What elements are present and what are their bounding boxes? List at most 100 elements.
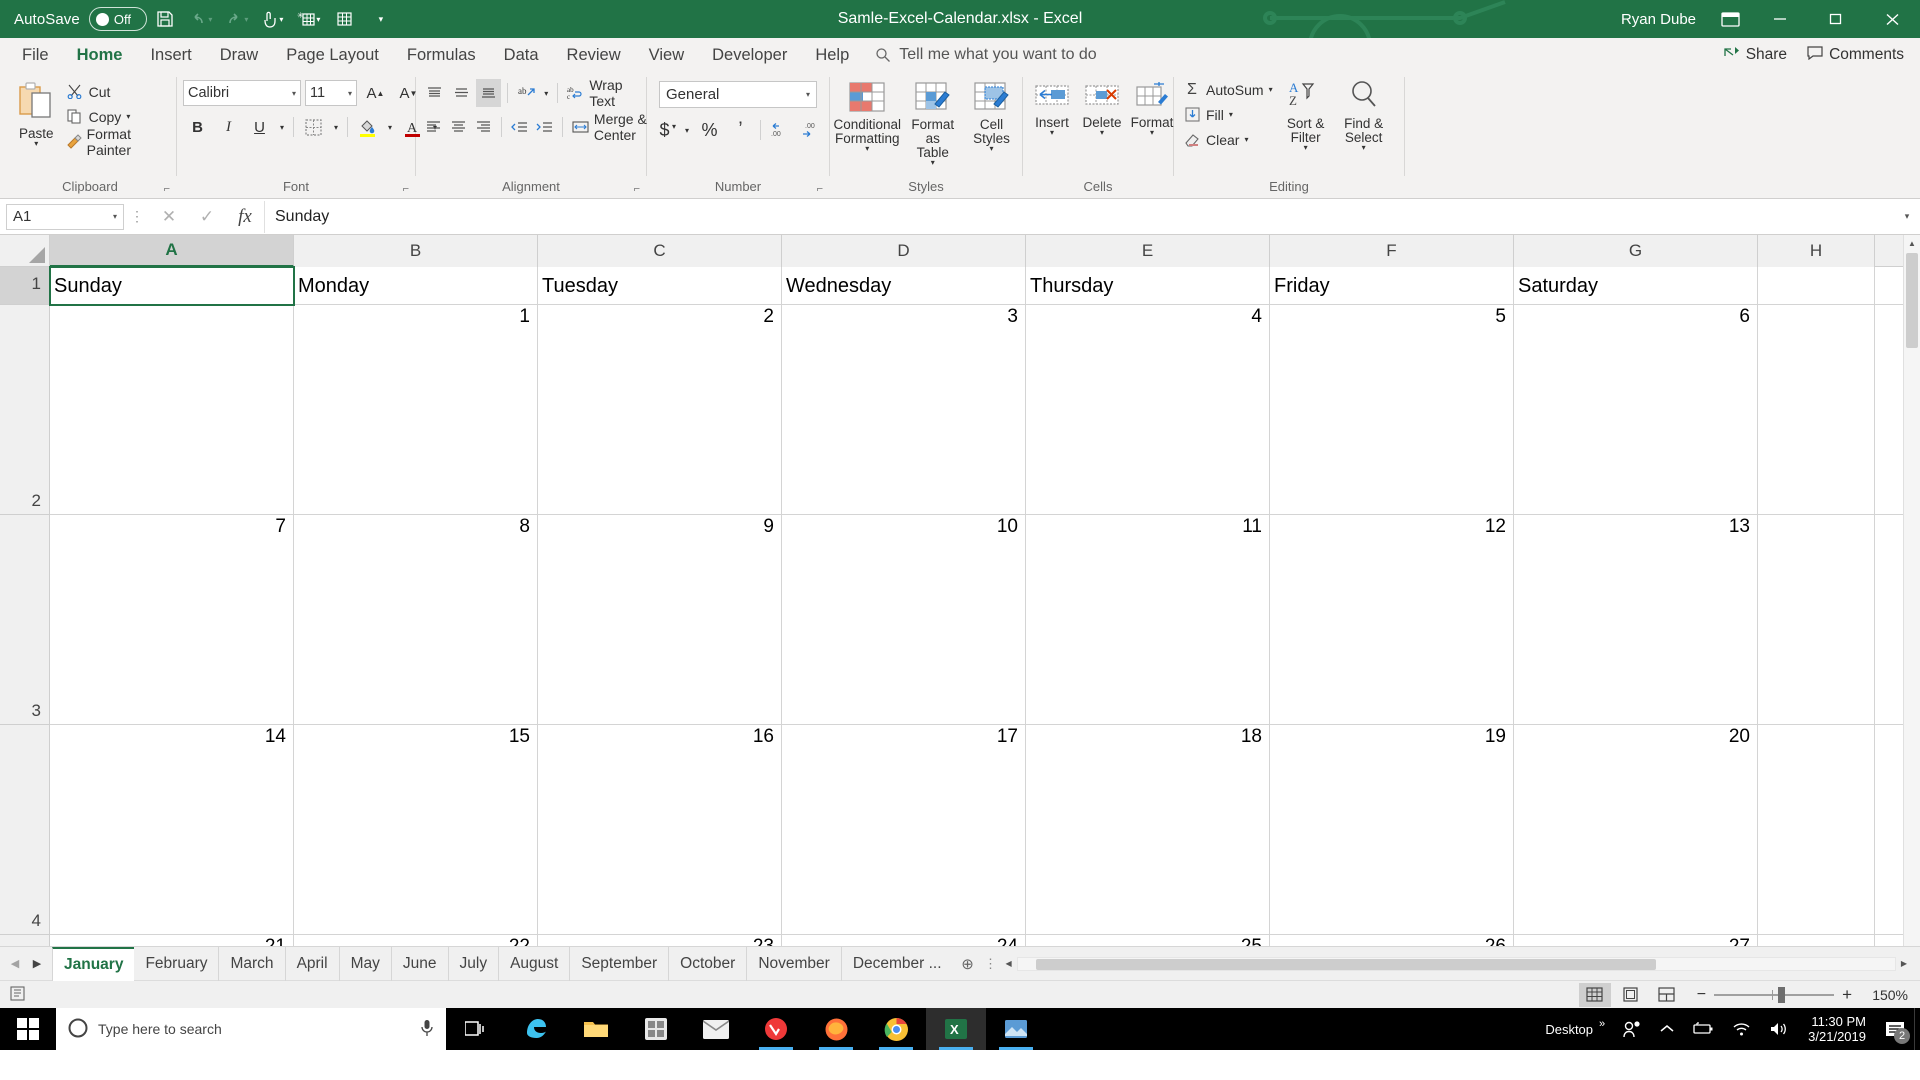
cell-c2[interactable]: 2 (538, 305, 782, 515)
zoom-level-label[interactable]: 150% (1856, 987, 1908, 1003)
table-dropdown-caret[interactable]: ▾ (931, 159, 935, 167)
number-format-select[interactable]: General ▾ (659, 81, 817, 108)
cell-e4[interactable]: 18 (1026, 725, 1270, 935)
autosum-dropdown-caret[interactable]: ▾ (1269, 85, 1273, 93)
name-box[interactable]: A1 ▾ (6, 203, 124, 230)
excel-icon[interactable]: X (926, 1008, 986, 1050)
cell-a4[interactable]: 14 (50, 725, 294, 935)
paste-dropdown-caret[interactable]: ▾ (34, 140, 38, 148)
alignment-dialog-launcher[interactable]: ⌐ (634, 181, 640, 197)
row-header-5[interactable]: 5 (0, 935, 49, 946)
sheet-tab-march[interactable]: March (219, 946, 286, 981)
edge-icon[interactable] (506, 1008, 566, 1050)
conditional-formatting-button[interactable]: Conditional Formatting ▾ (833, 79, 901, 155)
zoom-slider[interactable]: − + (1697, 985, 1852, 1005)
horizontal-scroll-thumb[interactable] (1035, 958, 1656, 970)
sheet-tab-november[interactable]: November (747, 946, 842, 981)
font-name-input[interactable]: Calibri ▾ (183, 80, 301, 106)
zoom-track[interactable] (1714, 986, 1835, 1003)
cut-button[interactable]: Cut (63, 79, 170, 104)
clear-dropdown-caret[interactable]: ▾ (1244, 135, 1248, 143)
fill-color-dropdown-caret[interactable]: ▾ (384, 113, 396, 141)
row-header-3[interactable]: 3 (0, 515, 49, 725)
sort-filter-button[interactable]: AZ Sort & Filter ▾ (1278, 77, 1334, 154)
cell-b3[interactable]: 8 (294, 515, 538, 725)
previous-sheet-arrow[interactable]: ◀ (4, 951, 26, 977)
tab-developer[interactable]: Developer (698, 39, 801, 71)
cell-c5[interactable]: 23 (538, 935, 782, 946)
ribbon-display-options-icon[interactable] (1708, 0, 1752, 38)
borders-button[interactable] (299, 113, 328, 141)
fill-button[interactable]: Fill ▾ (1180, 102, 1276, 127)
tab-insert[interactable]: Insert (136, 39, 205, 71)
sheet-tab-october[interactable]: October (669, 946, 748, 981)
zoom-in-button[interactable]: + (1842, 985, 1852, 1005)
volume-icon[interactable] (1760, 1008, 1798, 1050)
clipboard-dialog-launcher[interactable]: ⌐ (164, 181, 170, 197)
select-all-corner[interactable] (0, 235, 50, 266)
paste-button[interactable]: Paste ▾ (10, 75, 63, 150)
insert-cells-button[interactable]: Insert ▾ (1029, 79, 1075, 139)
find-select-dropdown-caret[interactable]: ▾ (1362, 144, 1366, 152)
fill-color-button[interactable] (353, 113, 382, 141)
share-button[interactable]: Share (1724, 46, 1787, 65)
row-header-1[interactable]: 1 (0, 267, 49, 305)
increase-font-size-button[interactable]: A ▲ (361, 79, 390, 107)
search-input[interactable]: Type here to search (56, 1008, 446, 1050)
bold-button[interactable]: B (183, 113, 212, 141)
accessibility-icon[interactable] (10, 985, 25, 1004)
cell-a5[interactable]: 21 (50, 935, 294, 946)
notification-center-icon[interactable]: 2 (1876, 1008, 1914, 1050)
touch-mode-icon[interactable]: ▾ (255, 2, 291, 36)
desktop-peek-label[interactable]: Desktop » (1536, 1008, 1614, 1050)
sheet-tab-may[interactable]: May (340, 946, 392, 981)
tab-page-layout[interactable]: Page Layout (272, 39, 393, 71)
borders-dropdown-caret[interactable]: ▾ (330, 113, 342, 141)
cell-f5[interactable]: 26 (1270, 935, 1514, 946)
format-cells-button[interactable]: Format ▾ (1129, 79, 1175, 139)
cell-h2[interactable] (1758, 305, 1875, 515)
cell-d5[interactable]: 24 (782, 935, 1026, 946)
zoom-out-button[interactable]: − (1697, 986, 1706, 1004)
file-explorer-icon[interactable] (566, 1008, 626, 1050)
currency-dropdown-caret[interactable]: ▾ (681, 116, 693, 144)
cell-d4[interactable]: 17 (782, 725, 1026, 935)
underline-dropdown-caret[interactable]: ▾ (276, 113, 288, 141)
delete-cells-button[interactable]: Delete ▾ (1079, 79, 1125, 139)
cell-h3[interactable] (1758, 515, 1875, 725)
cell-f2[interactable]: 5 (1270, 305, 1514, 515)
column-header-a[interactable]: A (50, 235, 294, 267)
align-bottom-button[interactable] (476, 79, 502, 107)
decrease-indent-button[interactable] (508, 113, 531, 141)
table-icon[interactable] (327, 2, 363, 36)
tab-view[interactable]: View (635, 39, 698, 71)
horizontal-scroll-track[interactable] (1016, 956, 1896, 971)
align-right-button[interactable] (472, 113, 495, 141)
sheet-tab-december[interactable]: December ... (842, 947, 953, 981)
cell-g3[interactable]: 13 (1514, 515, 1758, 725)
cell-d1[interactable]: Wednesday (782, 267, 1026, 305)
copy-dropdown-caret[interactable]: ▾ (126, 112, 130, 120)
sort-filter-dropdown-caret[interactable]: ▾ (1304, 144, 1308, 152)
chevron-down-icon[interactable]: ▾ (348, 89, 352, 98)
chrome-icon[interactable] (866, 1008, 926, 1050)
user-account-name[interactable]: Ryan Dube (1621, 11, 1696, 28)
windows-start-icon[interactable] (0, 1008, 56, 1050)
wifi-icon[interactable] (1723, 1008, 1760, 1050)
orientation-button[interactable]: ab (514, 79, 539, 107)
tab-file[interactable]: File (8, 39, 63, 71)
comma-style-button[interactable]: ’ (726, 116, 755, 144)
cell-c1[interactable]: Tuesday (538, 267, 782, 305)
page-layout-view-icon[interactable] (1615, 983, 1647, 1007)
chevron-down-icon[interactable]: ▾ (806, 90, 810, 99)
fill-dropdown-caret[interactable]: ▾ (1229, 110, 1233, 118)
sheet-tab-february[interactable]: February (134, 946, 220, 981)
battery-icon[interactable] (1683, 1008, 1723, 1050)
people-icon[interactable] (1614, 1008, 1651, 1050)
cell-c4[interactable]: 16 (538, 725, 782, 935)
align-top-button[interactable] (422, 79, 447, 107)
tab-help[interactable]: Help (801, 39, 863, 71)
format-painter-button[interactable]: Format Painter (63, 126, 170, 158)
column-header-d[interactable]: D (782, 235, 1026, 267)
column-header-b[interactable]: B (294, 235, 538, 267)
